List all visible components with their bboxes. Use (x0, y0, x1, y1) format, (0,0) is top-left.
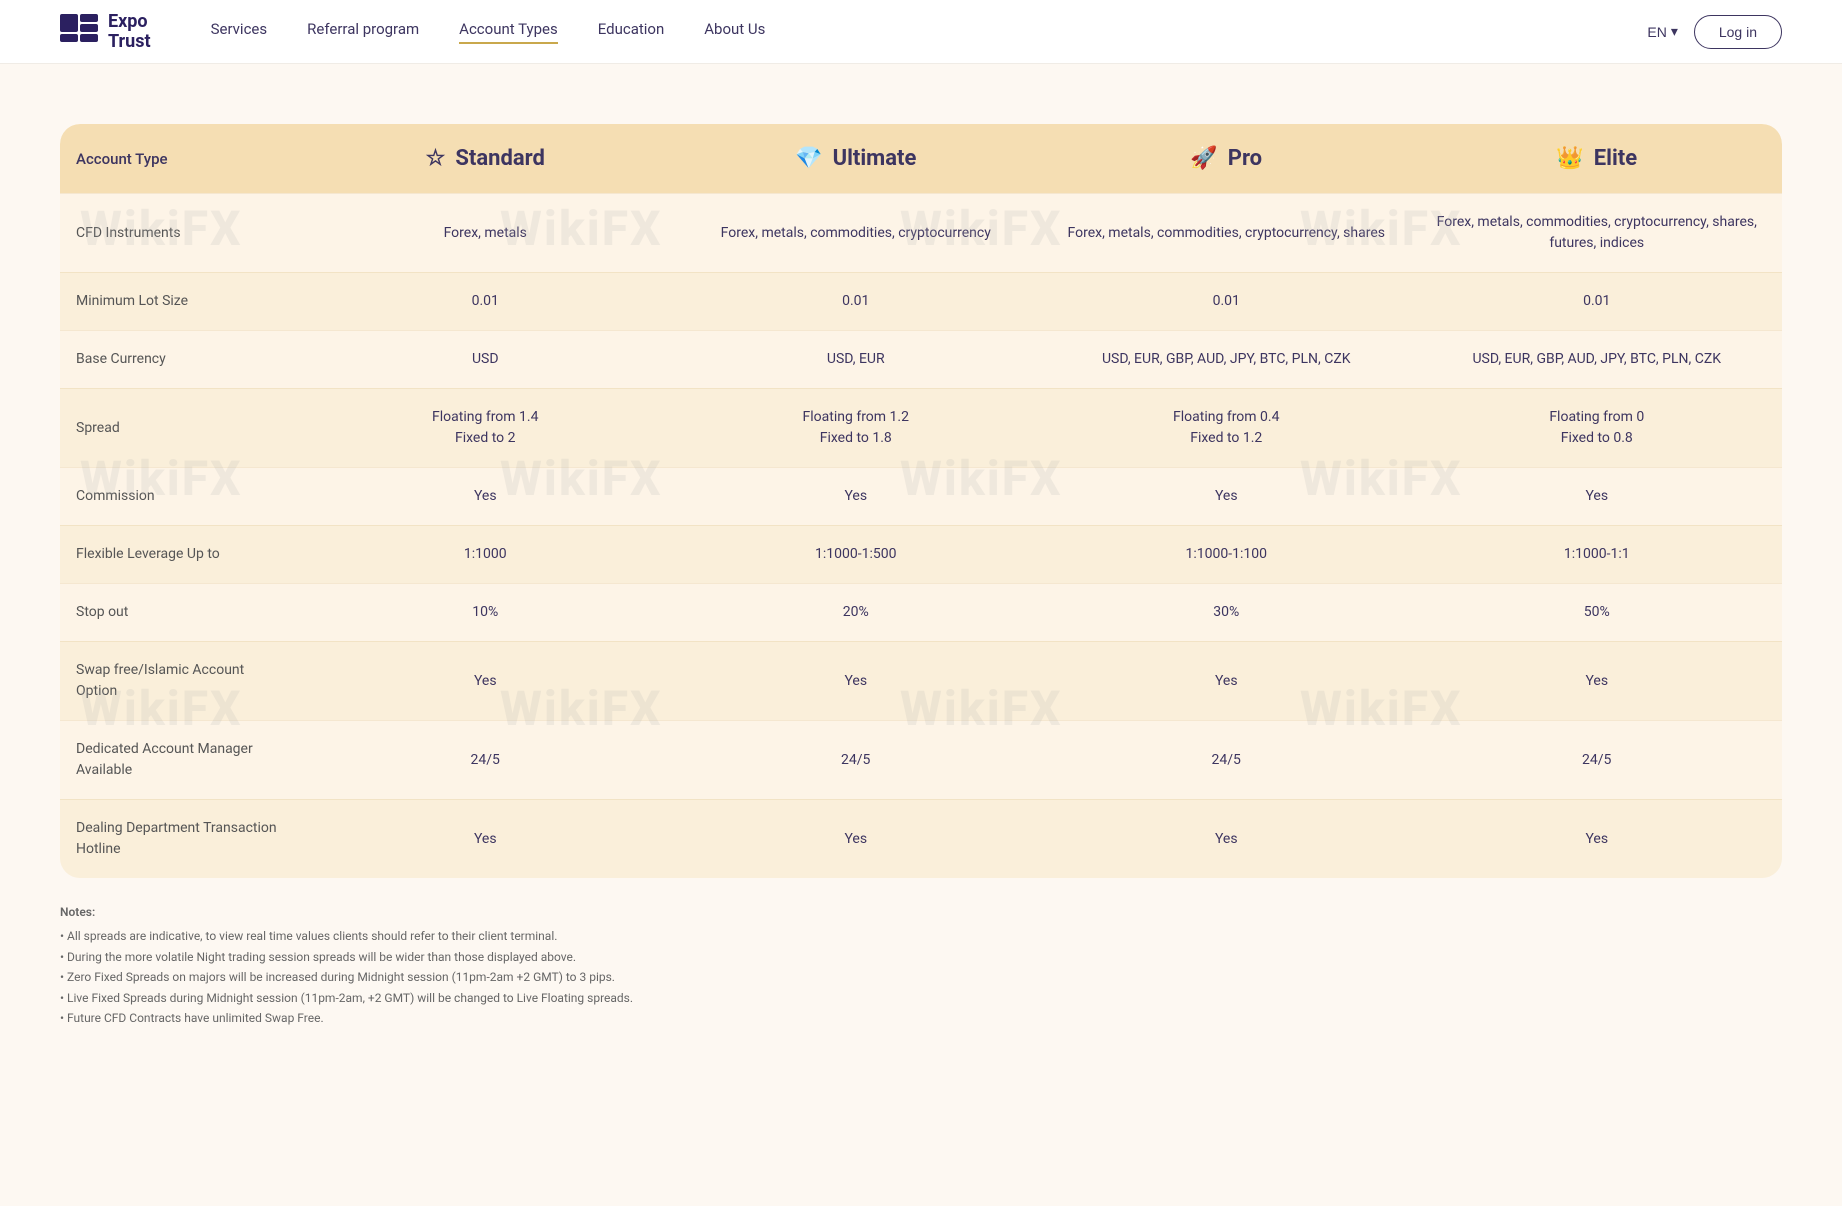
cell-standard: 24/5 (300, 721, 671, 799)
cell-pro: USD, EUR, GBP, AUD, JPY, BTC, PLN, CZK (1041, 331, 1412, 388)
standard-header: ☆ Standard (300, 124, 671, 193)
table-row: Dedicated Account Manager Available 24/5… (60, 720, 1782, 799)
notes-line-0: • All spreads are indicative, to view re… (60, 926, 660, 946)
elite-label: Elite (1594, 146, 1637, 171)
cell-ultimate: 1:1000-1:500 (671, 526, 1042, 583)
cell-ultimate: 20% (671, 584, 1042, 641)
table-row: CFD Instruments Forex, metals Forex, met… (60, 193, 1782, 272)
cell-pro: 0.01 (1041, 273, 1412, 330)
row-label: Dedicated Account Manager Available (60, 721, 300, 799)
table-row: Flexible Leverage Up to 1:1000 1:1000-1:… (60, 525, 1782, 583)
login-button[interactable]: Log in (1694, 15, 1782, 49)
notes-title: Notes: (60, 902, 660, 922)
standard-label: Standard (455, 146, 545, 171)
row-label: Base Currency (60, 331, 300, 388)
chevron-down-icon: ▾ (1671, 23, 1678, 40)
ultimate-label: Ultimate (833, 146, 917, 171)
cell-ultimate: Floating from 1.2 Fixed to 1.8 (671, 389, 1042, 467)
nav-education[interactable]: Education (598, 20, 665, 44)
elite-header: 👑 Elite (1412, 124, 1783, 193)
cell-elite: Floating from 0 Fixed to 0.8 (1412, 389, 1783, 467)
cell-standard: Yes (300, 642, 671, 720)
cell-ultimate: Yes (671, 642, 1042, 720)
ultimate-icon: 💎 (795, 146, 822, 171)
cell-standard: Yes (300, 800, 671, 878)
nav-right: EN ▾ Log in (1647, 15, 1782, 49)
cell-pro: 1:1000-1:100 (1041, 526, 1412, 583)
row-label: Commission (60, 468, 300, 525)
cell-pro: Forex, metals, commodities, cryptocurren… (1041, 194, 1412, 272)
cell-standard: Forex, metals (300, 194, 671, 272)
logo-text: Expo Trust (108, 12, 151, 52)
row-label: Flexible Leverage Up to (60, 526, 300, 583)
language-label: EN (1647, 24, 1666, 40)
row-label: Stop out (60, 584, 300, 641)
row-label: Swap free/Islamic Account Option (60, 642, 300, 720)
notes-line-2: • Zero Fixed Spreads on majors will be i… (60, 967, 660, 987)
row-label: Spread (60, 389, 300, 467)
navbar: Expo Trust Services Referral program Acc… (0, 0, 1842, 64)
table-header: Account Type ☆ Standard 💎 Ultimate 🚀 Pro… (60, 124, 1782, 193)
row-label: CFD Instruments (60, 194, 300, 272)
table-row: Swap free/Islamic Account Option Yes Yes… (60, 641, 1782, 720)
table-row: Dealing Department Transaction Hotline Y… (60, 799, 1782, 878)
cell-ultimate: 24/5 (671, 721, 1042, 799)
cell-pro: 30% (1041, 584, 1412, 641)
cell-standard: USD (300, 331, 671, 388)
standard-icon: ☆ (426, 146, 446, 171)
elite-icon: 👑 (1556, 146, 1583, 171)
logo[interactable]: Expo Trust (60, 12, 151, 52)
nav-about[interactable]: About Us (704, 20, 765, 44)
cell-elite: 50% (1412, 584, 1783, 641)
cell-pro: Yes (1041, 800, 1412, 878)
cell-standard: 1:1000 (300, 526, 671, 583)
nav-referral[interactable]: Referral program (307, 20, 419, 44)
cell-standard: 10% (300, 584, 671, 641)
table-row: Commission Yes Yes Yes Yes (60, 467, 1782, 525)
cell-ultimate: Yes (671, 468, 1042, 525)
cell-pro: 24/5 (1041, 721, 1412, 799)
table-row: Minimum Lot Size 0.01 0.01 0.01 0.01 (60, 272, 1782, 330)
cell-standard: Floating from 1.4 Fixed to 2 (300, 389, 671, 467)
row-label: Minimum Lot Size (60, 273, 300, 330)
table-row: Base Currency USD USD, EUR USD, EUR, GBP… (60, 330, 1782, 388)
cell-ultimate: 0.01 (671, 273, 1042, 330)
nav-links: Services Referral program Account Types … (211, 20, 1648, 44)
cell-elite: 24/5 (1412, 721, 1783, 799)
cell-pro: Yes (1041, 642, 1412, 720)
notes-line-1: • During the more volatile Night trading… (60, 947, 660, 967)
nav-services[interactable]: Services (211, 20, 268, 44)
cell-ultimate: USD, EUR (671, 331, 1042, 388)
pro-header: 🚀 Pro (1041, 124, 1412, 193)
notes-line-3: • Live Fixed Spreads during Midnight ses… (60, 988, 660, 1008)
cell-pro: Yes (1041, 468, 1412, 525)
table-row: Spread Floating from 1.4 Fixed to 2 Floa… (60, 388, 1782, 467)
cell-elite: 1:1000-1:1 (1412, 526, 1783, 583)
main-content: Account Type ☆ Standard 💎 Ultimate 🚀 Pro… (0, 64, 1842, 1068)
account-type-header: Account Type (60, 124, 300, 193)
cell-ultimate: Forex, metals, commodities, cryptocurren… (671, 194, 1042, 272)
cell-ultimate: Yes (671, 800, 1042, 878)
pro-label: Pro (1228, 146, 1262, 171)
row-label: Dealing Department Transaction Hotline (60, 800, 300, 878)
account-types-table: Account Type ☆ Standard 💎 Ultimate 🚀 Pro… (60, 124, 1782, 878)
cell-pro: Floating from 0.4 Fixed to 1.2 (1041, 389, 1412, 467)
cell-elite: Yes (1412, 642, 1783, 720)
cell-elite: 0.01 (1412, 273, 1783, 330)
notes-section: Notes: • All spreads are indicative, to … (60, 878, 660, 1028)
language-button[interactable]: EN ▾ (1647, 23, 1677, 40)
cell-elite: USD, EUR, GBP, AUD, JPY, BTC, PLN, CZK (1412, 331, 1783, 388)
cell-elite: Yes (1412, 468, 1783, 525)
cell-elite: Yes (1412, 800, 1783, 878)
cell-standard: 0.01 (300, 273, 671, 330)
table-row: Stop out 10% 20% 30% 50% (60, 583, 1782, 641)
ultimate-header: 💎 Ultimate (671, 124, 1042, 193)
table-body: CFD Instruments Forex, metals Forex, met… (60, 193, 1782, 878)
notes-line-4: • Future CFD Contracts have unlimited Sw… (60, 1008, 660, 1028)
pro-icon: 🚀 (1190, 146, 1217, 171)
cell-elite: Forex, metals, commodities, cryptocurren… (1412, 194, 1783, 272)
cell-standard: Yes (300, 468, 671, 525)
nav-account-types[interactable]: Account Types (459, 20, 558, 44)
